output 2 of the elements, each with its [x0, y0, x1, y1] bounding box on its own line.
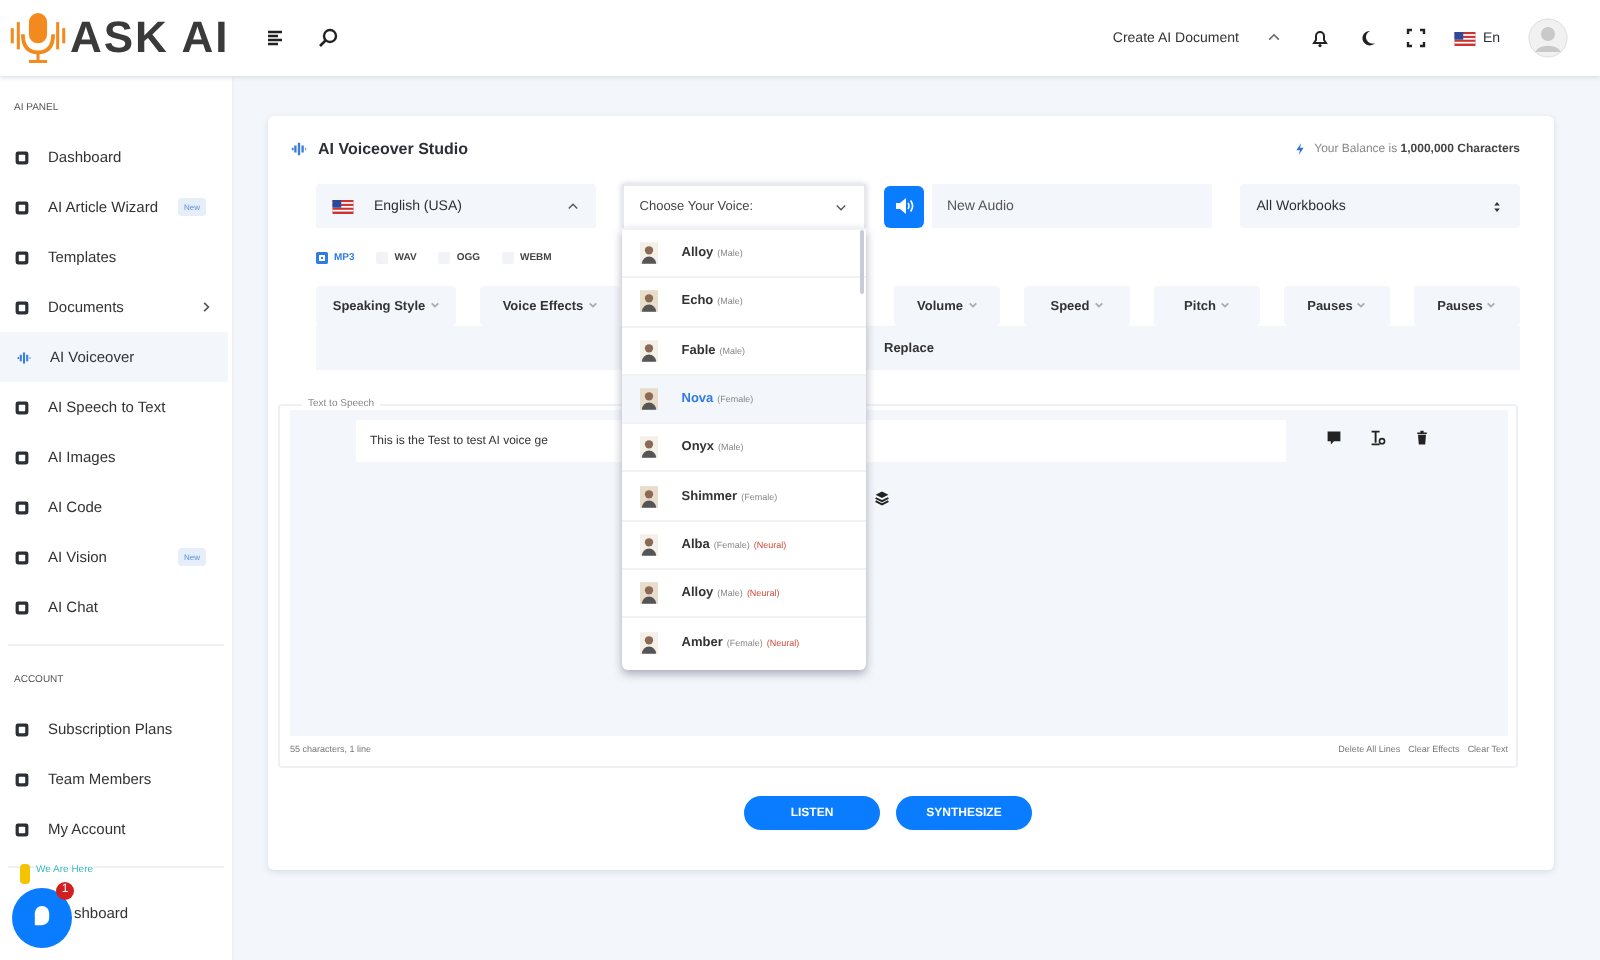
studio-title: AI Voiceover Studio	[318, 140, 468, 158]
logo-text: ASK AI	[70, 12, 230, 64]
